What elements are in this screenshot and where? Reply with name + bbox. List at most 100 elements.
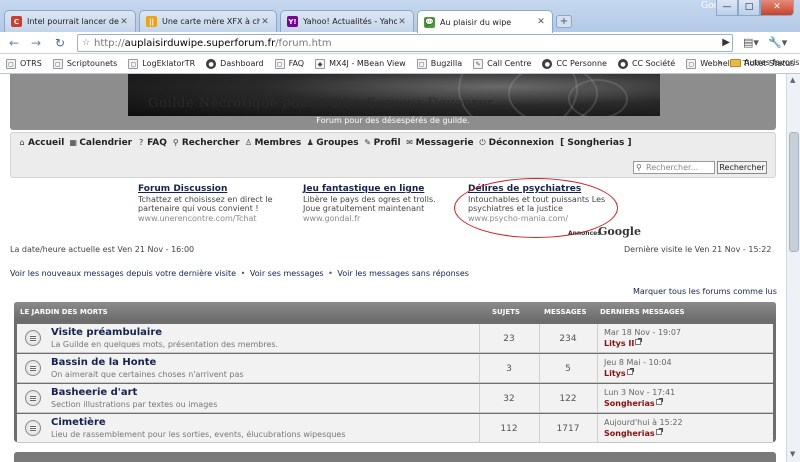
menu-members[interactable]: ♙ Membres — [243, 138, 301, 148]
tab-close-icon[interactable]: ✕ — [536, 17, 546, 27]
back-button[interactable]: ← — [6, 35, 22, 51]
forum-description: La Guilde en quelques mots, présentation… — [51, 340, 279, 349]
last-post-date: Mar 18 Nov - 19:07 — [604, 328, 681, 337]
tab-yahoo[interactable]: Y! Yahoo! Actualités - Yahoo! ... ✕ — [280, 10, 414, 32]
forum-search-button[interactable]: Rechercher — [717, 161, 767, 174]
ad-item[interactable]: Jeu fantastique en ligne Libère le pays … — [303, 184, 453, 223]
menu-label: Accueil — [28, 138, 65, 148]
bookmark-label: Bugzilla — [430, 59, 463, 68]
ad-item[interactable]: Forum Discussion Tchattez et choisissez … — [138, 184, 288, 223]
menu-search[interactable]: ⚲ Rechercher — [171, 138, 240, 148]
next-category-header — [14, 452, 776, 462]
new-messages-link[interactable]: Voir les nouveaux messages depuis votre … — [10, 269, 236, 278]
bookmark-label: Dashboard — [220, 59, 264, 68]
menu-groups[interactable]: ♟ Groupes — [305, 138, 359, 148]
bookmark-label: MX4J - MBean View — [329, 59, 406, 68]
column-last-posts: DERNIERS MESSAGES — [600, 308, 685, 316]
maximize-button[interactable]: □ — [738, 0, 760, 16]
forum-name[interactable]: Bassin de la Honte — [51, 357, 156, 368]
favicon-icon: Y! — [287, 16, 298, 27]
forum-row[interactable]: Cimetière Lieu de rassemblement pour les… — [17, 414, 773, 443]
tab-close-icon[interactable]: ✕ — [119, 17, 129, 27]
ad-url[interactable]: www.gondal.fr — [303, 214, 453, 223]
star-icon[interactable]: ☆ — [78, 38, 94, 48]
author-name[interactable]: Songherias — [604, 399, 655, 408]
menu-logout[interactable]: ⏻ Déconnexion — [478, 138, 554, 148]
forum-row[interactable]: Basheerie d'art Section illustrations pa… — [17, 384, 773, 413]
goto-last-post-icon[interactable] — [655, 398, 663, 405]
bookmark-label: OTRS — [20, 59, 42, 68]
forum-search-input[interactable]: ⚲ Rechercher... — [633, 161, 715, 174]
last-post-author[interactable]: Songherias — [604, 398, 663, 408]
last-post-author[interactable]: Songherias — [604, 428, 663, 438]
page-scrollbar[interactable]: ▲ ▼ — [786, 74, 800, 462]
bookmark-faq[interactable]: ▢ FAQ — [274, 58, 304, 69]
forward-button[interactable]: → — [28, 35, 44, 51]
tab-title: Une carte mère XFX à chips... — [162, 17, 260, 26]
scroll-down-icon[interactable]: ▼ — [790, 450, 795, 458]
forum-name[interactable]: Cimetière — [51, 417, 106, 428]
mark-all-read-link[interactable]: Marquer tous les forums comme lus — [633, 287, 777, 296]
column-posts: MESSAGES — [544, 308, 587, 316]
unanswered-messages-link[interactable]: Voir les messages sans réponses — [337, 269, 469, 278]
new-tab-button[interactable]: + — [556, 15, 572, 28]
menu-label: Groupes — [316, 138, 359, 148]
author-name[interactable]: Songherias — [604, 429, 655, 438]
tab-xfx[interactable]: || Une carte mère XFX à chips... ✕ — [139, 10, 277, 32]
bookmark-call-centre[interactable]: ✎ Call Centre — [473, 58, 531, 69]
ad-title[interactable]: Forum Discussion — [138, 184, 288, 194]
author-name[interactable]: Litys — [604, 369, 626, 378]
menu-label: FAQ — [147, 138, 167, 148]
last-post-author[interactable]: Litys — [604, 368, 634, 378]
goto-last-post-icon[interactable] — [635, 338, 643, 345]
author-name[interactable]: Litys II — [604, 339, 634, 348]
bookmark-logeklatortr[interactable]: ▢ LogEklatorTR — [128, 58, 195, 69]
topic-count: 3 — [506, 364, 512, 374]
google-ads-logo[interactable]: Google — [598, 225, 641, 238]
menu-messaging[interactable]: ✉ Messagerie — [405, 138, 473, 148]
page-menu-icon[interactable]: ▤▾ — [743, 35, 759, 51]
last-post-author[interactable]: Litys II — [604, 338, 643, 348]
scrollbar-thumb[interactable] — [789, 132, 799, 252]
forum-row[interactable]: Visite préambulaire La Guilde en quelque… — [17, 324, 773, 353]
tab-intel[interactable]: C Intel pourrait lancer des Co... ✕ — [4, 10, 136, 32]
ad-url[interactable]: www.unerencontre.com/Tchat — [138, 214, 288, 223]
bookmark-dashboard[interactable]: ● Dashboard — [206, 58, 264, 69]
scroll-up-icon[interactable]: ▲ — [790, 76, 795, 84]
menu-home[interactable]: ⌂ Accueil — [17, 138, 64, 148]
bookmark-cc-societe[interactable]: ● CC Société — [617, 58, 675, 69]
bookmark-bugzilla[interactable]: ▢ Bugzilla — [416, 58, 463, 69]
goto-last-post-icon[interactable] — [626, 368, 634, 375]
forum-description: Section illustrations par textes ou imag… — [51, 400, 218, 409]
col-divider — [597, 354, 598, 383]
col-divider — [597, 414, 598, 443]
reload-button[interactable]: ↻ — [52, 35, 68, 51]
ad-title[interactable]: Jeu fantastique en ligne — [303, 184, 453, 194]
bookmark-scriptounets[interactable]: ▢ Scriptounets — [52, 58, 117, 69]
other-bookmarks-button[interactable]: Autres favoris — [730, 58, 799, 67]
forum-row[interactable]: Bassin de la Honte On aimerait que certa… — [17, 354, 773, 383]
goto-last-post-icon[interactable] — [655, 428, 663, 435]
menu-faq[interactable]: ? FAQ — [136, 138, 167, 148]
address-bar[interactable]: ☆ http:// auplaisirduwipe.superforum.fr … — [77, 34, 733, 52]
menu-profile[interactable]: ✎ Profil — [363, 138, 400, 148]
go-icon[interactable]: ▶ — [722, 37, 730, 48]
tab-plaisir-du-wipe[interactable]: 💬 Au plaisir du wipe ✕ — [417, 10, 553, 33]
tab-close-icon[interactable]: ✕ — [260, 17, 270, 27]
forum-name[interactable]: Basheerie d'art — [51, 387, 137, 398]
close-window-button[interactable]: ✕ — [760, 0, 794, 16]
bookmark-mx4j[interactable]: ◆ MX4J - MBean View — [315, 58, 406, 69]
wrench-icon[interactable]: 🔧▾ — [768, 35, 787, 51]
minimize-button[interactable]: — — [716, 0, 738, 16]
category-title[interactable]: LE JARDIN DES MORTS — [20, 308, 108, 316]
menu-calendar[interactable]: ▦ Calendrier — [68, 138, 133, 148]
tab-close-icon[interactable]: ✕ — [397, 17, 407, 27]
own-messages-link[interactable]: Voir ses messages — [250, 269, 324, 278]
logged-in-username: [ Songherias ] — [560, 138, 632, 148]
forum-name[interactable]: Visite préambulaire — [51, 327, 162, 338]
bookmark-otrs[interactable]: ▢ OTRS — [6, 58, 42, 69]
home-icon: ⌂ — [19, 138, 25, 147]
page-viewport: Guilde Nécrotique pour DDO - Serveur Dev… — [0, 74, 786, 462]
bookmarks-overflow-chevron-icon[interactable]: » — [718, 58, 723, 67]
bookmark-cc-personne[interactable]: ● CC Personne — [542, 58, 607, 69]
